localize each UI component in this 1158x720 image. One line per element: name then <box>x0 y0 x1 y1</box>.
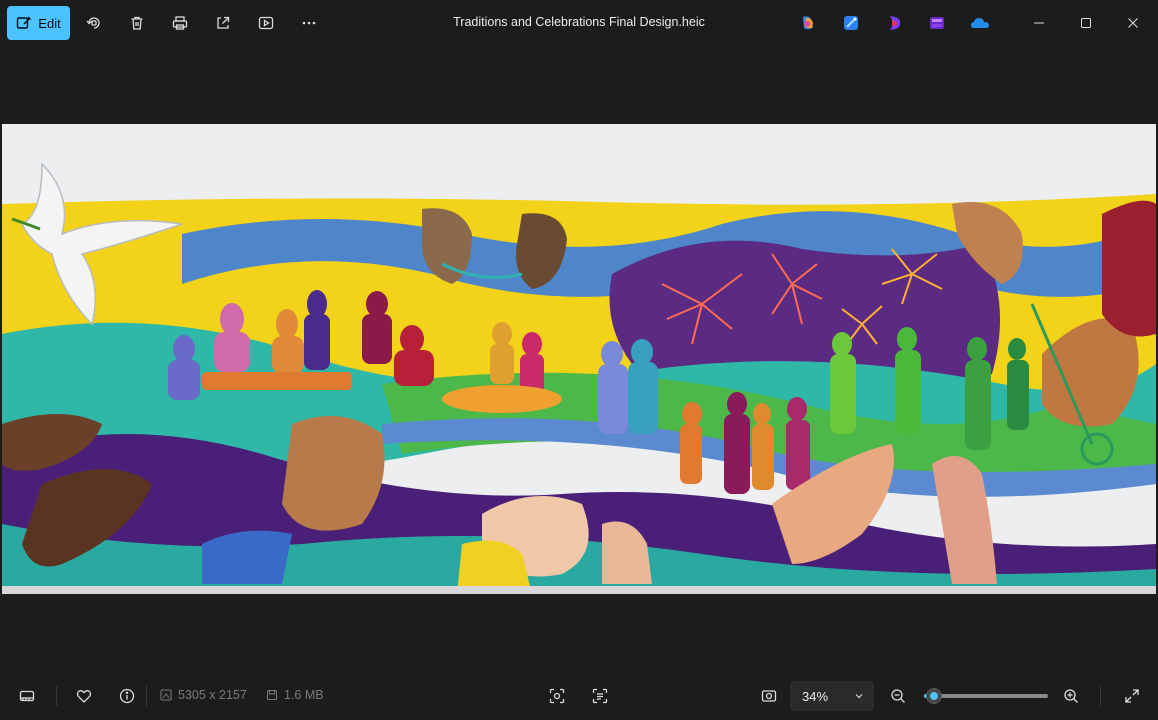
close-icon[interactable] <box>1124 14 1142 32</box>
file-title: Traditions and Celebrations Final Design… <box>453 15 705 29</box>
favorite-icon[interactable] <box>74 686 94 706</box>
maximize-icon[interactable] <box>1077 14 1095 32</box>
zoom-slider[interactable] <box>924 688 1048 704</box>
copilot-icon[interactable] <box>799 14 817 32</box>
separator <box>146 686 147 706</box>
onedrive-icon[interactable] <box>970 14 990 32</box>
slideshow-icon[interactable] <box>255 12 277 34</box>
mural-artwork <box>2 124 1156 594</box>
actual-size-icon[interactable] <box>759 686 779 706</box>
zoom-dropdown[interactable]: 34% <box>790 681 874 711</box>
print-icon[interactable] <box>169 12 191 34</box>
file-size-icon <box>267 690 277 700</box>
minimize-icon[interactable] <box>1030 14 1048 32</box>
filmstrip-icon[interactable] <box>17 686 37 706</box>
file-size: 1.6 MB <box>266 688 324 702</box>
share-icon[interactable] <box>212 12 234 34</box>
zoom-in-icon[interactable] <box>1061 686 1081 706</box>
info-icon[interactable] <box>117 686 137 706</box>
zoom-out-icon[interactable] <box>888 686 908 706</box>
zoom-slider-thumb[interactable] <box>926 688 942 704</box>
image-viewer[interactable] <box>0 46 1158 670</box>
clipchamp-icon[interactable] <box>886 14 904 32</box>
editor-app-icon[interactable] <box>928 14 946 32</box>
more-icon[interactable] <box>298 12 320 34</box>
delete-icon[interactable] <box>126 12 148 34</box>
visual-search-icon[interactable] <box>547 686 567 706</box>
fullscreen-icon[interactable] <box>1122 686 1142 706</box>
rotate-icon[interactable] <box>83 12 105 34</box>
edit-button[interactable]: Edit <box>7 6 70 40</box>
chevron-down-icon <box>855 694 863 699</box>
edit-icon <box>17 16 32 29</box>
scan-text-icon[interactable] <box>590 686 610 706</box>
dimensions-icon <box>160 689 172 701</box>
bottom-bar: 5305 x 2157 1.6 MB 34% <box>0 672 1158 720</box>
title-bar: Edit Traditions and Celebrations Final D… <box>0 0 1158 46</box>
mural-image[interactable] <box>2 124 1156 594</box>
edit-label: Edit <box>38 15 61 31</box>
dimensions-text: 5305 x 2157 <box>178 688 247 702</box>
separator <box>1100 686 1101 706</box>
file-size-text: 1.6 MB <box>284 688 324 702</box>
image-dimensions: 5305 x 2157 <box>160 688 247 702</box>
zoom-value: 34% <box>802 688 829 704</box>
separator <box>56 686 57 706</box>
designer-icon[interactable] <box>842 14 860 32</box>
